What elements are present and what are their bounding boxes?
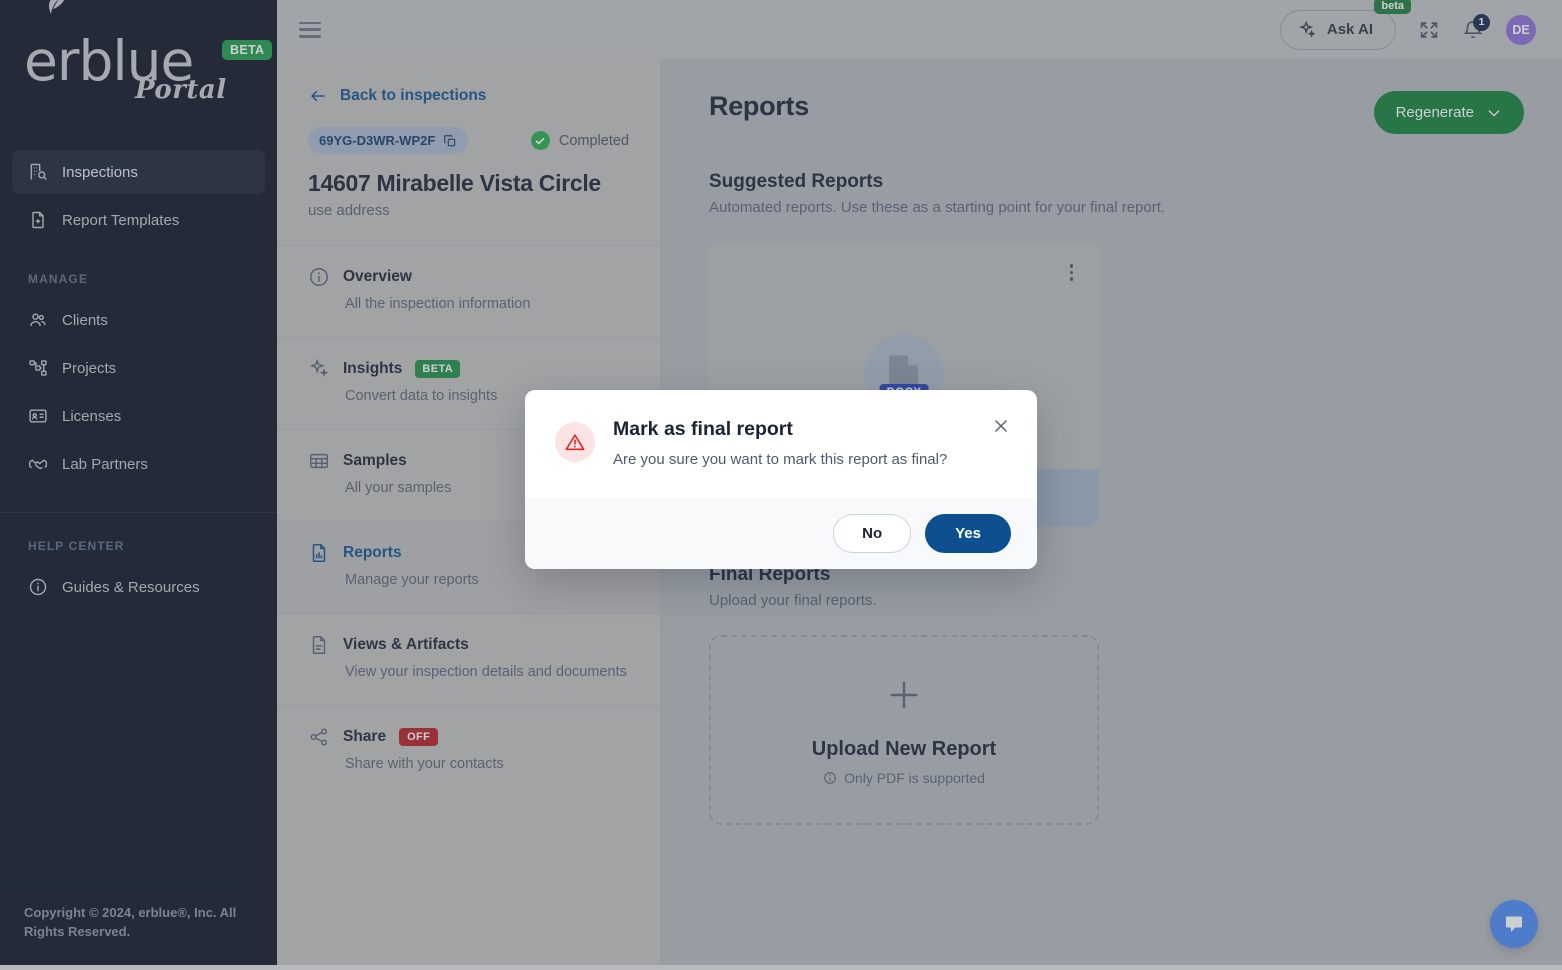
dialog-text-block: Mark as final report Are you sure you wa… — [613, 418, 947, 468]
dialog-message: Are you sure you want to mark this repor… — [613, 451, 948, 468]
dialog-footer: No Yes — [525, 498, 1037, 569]
app-root: erblue Portal BETA Inspections Report Te… — [0, 0, 1562, 970]
warning-triangle-icon — [555, 422, 595, 462]
no-button[interactable]: No — [833, 514, 912, 553]
dialog-title: Mark as final report — [613, 418, 793, 440]
mark-as-final-dialog: Mark as final report Are you sure you wa… — [525, 390, 1037, 569]
close-icon[interactable] — [991, 416, 1011, 441]
window-bottom-edge — [0, 965, 1562, 970]
yes-button[interactable]: Yes — [925, 514, 1011, 553]
dialog-body: Mark as final report Are you sure you wa… — [525, 390, 1037, 498]
